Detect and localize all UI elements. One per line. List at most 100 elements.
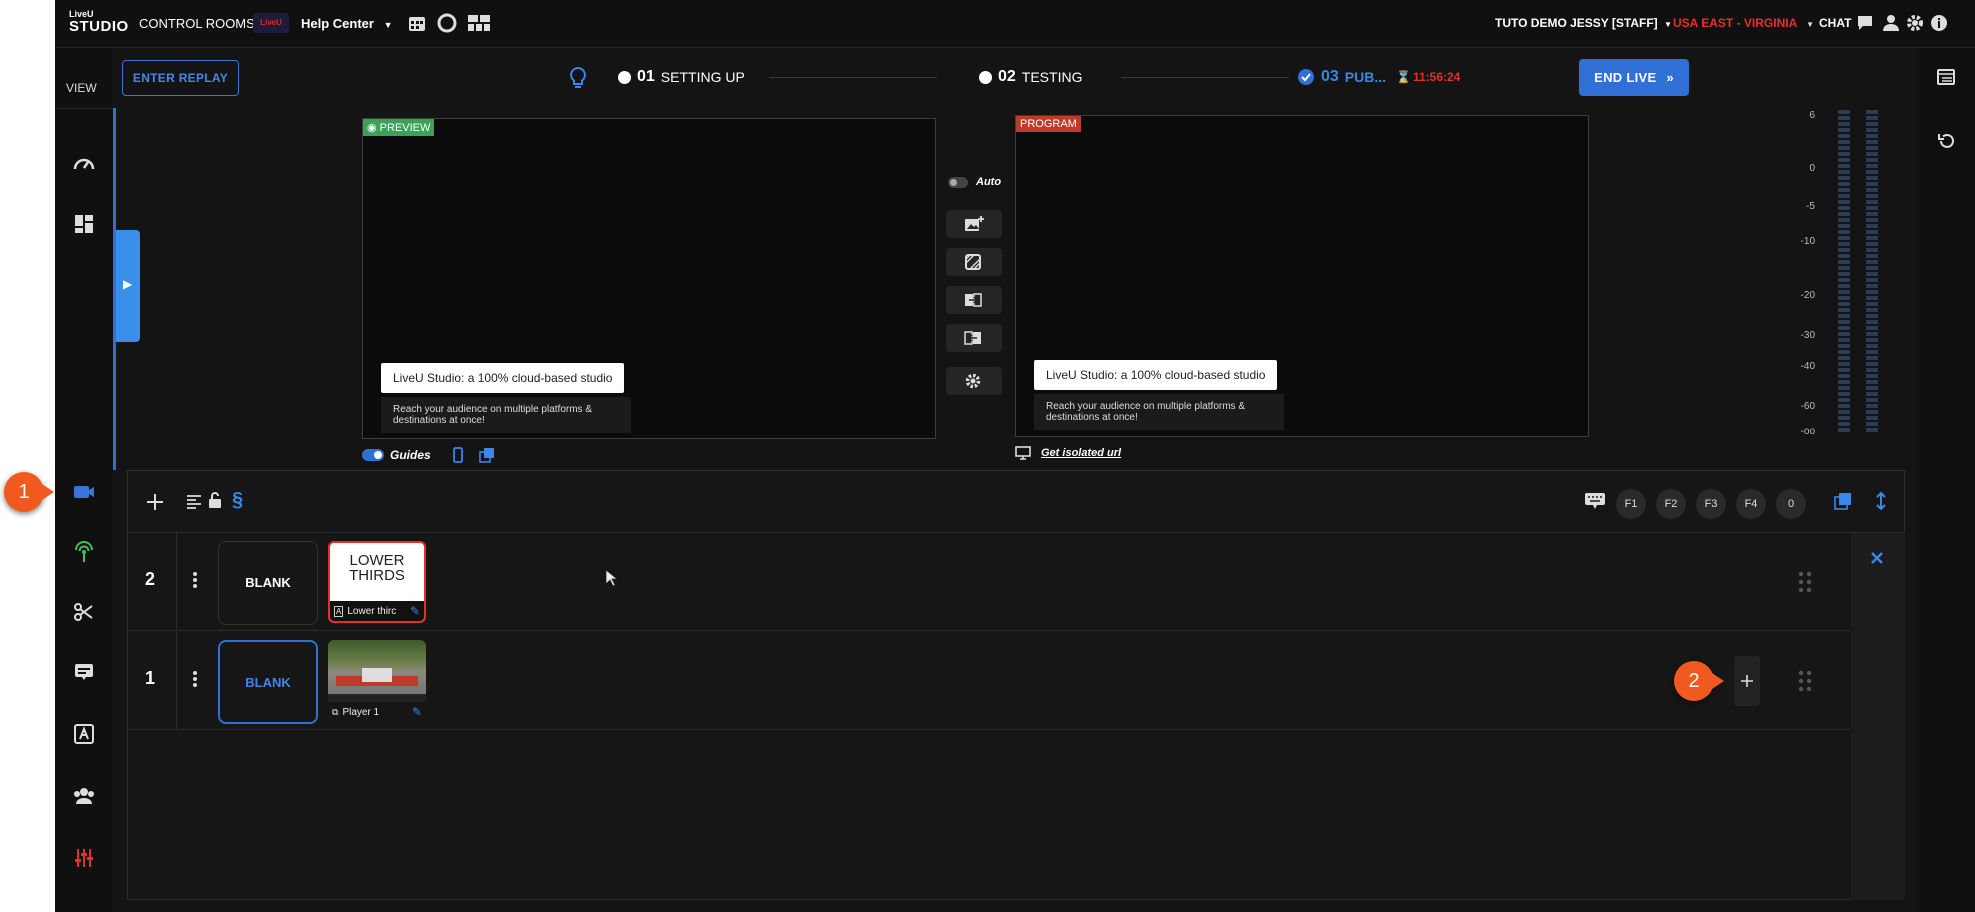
kebab-menu-icon[interactable]: [192, 670, 198, 688]
layers-panel: § F1 F2 F3 F4 0 2 BLANK LOWER THIRDS A L…: [127, 470, 1905, 900]
hotkey-f1[interactable]: F1: [1616, 489, 1646, 519]
layers-toolbar: § F1 F2 F3 F4 0: [128, 471, 1904, 533]
align-left-icon[interactable]: [186, 493, 202, 509]
cut-to-preview-button[interactable]: [946, 324, 1002, 352]
blank-source-tile[interactable]: BLANK: [218, 541, 318, 625]
info-icon[interactable]: [1929, 13, 1949, 33]
dashboard-gauge-icon[interactable]: [72, 152, 96, 176]
chat-bubble-icon[interactable]: [1855, 13, 1875, 33]
user-icon[interactable]: [1881, 13, 1901, 33]
cut-to-program-button[interactable]: [946, 286, 1002, 314]
caption-icon[interactable]: [72, 660, 96, 684]
source-label: A Lower thirc ✎: [330, 601, 424, 621]
drag-handle-icon[interactable]: [1798, 571, 1812, 593]
broadcast-icon[interactable]: [72, 540, 96, 564]
player-source-tile[interactable]: ⧉ Player 1 ✎: [328, 640, 426, 722]
lightbulb-icon[interactable]: [569, 66, 587, 90]
isolated-url-link[interactable]: Get isolated url: [1015, 446, 1121, 460]
preview-monitor[interactable]: ◉ PREVIEW LiveU Studio: a 100% cloud-bas…: [362, 118, 936, 439]
liveu-studio-logo[interactable]: LiveU STUDIO: [69, 10, 129, 35]
check-circle-icon: [1298, 69, 1314, 85]
hotkey-0[interactable]: 0: [1776, 489, 1806, 519]
lower-third-subtitle: Reach your audience on multiple platform…: [1034, 394, 1284, 430]
chevron-down-icon: ▼: [1664, 20, 1672, 29]
player-thumbnail: [328, 640, 426, 694]
panel-expand-tab[interactable]: ▶: [116, 230, 140, 342]
meter-tick: 0: [1809, 163, 1815, 174]
image-plus-icon: [965, 216, 984, 231]
room-logo: LiveU: [253, 13, 289, 33]
control-rooms-link[interactable]: CONTROL ROOMS: [139, 16, 255, 31]
meter-bar-right: [1866, 110, 1878, 434]
keyboard-shortcuts-icon[interactable]: [1584, 491, 1606, 511]
tutorial-callout-1: 1: [4, 472, 44, 512]
add-layer-icon[interactable]: [144, 491, 166, 513]
program-monitor[interactable]: PROGRAM LiveU Studio: a 100% cloud-based…: [1015, 115, 1589, 437]
guests-icon[interactable]: [72, 784, 96, 808]
unlock-icon[interactable]: [208, 491, 222, 509]
gear-icon: [965, 373, 981, 389]
meter-tick: -10: [1800, 236, 1815, 247]
chevron-right-icon: ▶: [123, 277, 133, 291]
transition-icon: [965, 254, 981, 270]
help-center-dropdown[interactable]: Help Center ▼: [301, 16, 393, 31]
user-dropdown[interactable]: TUTO DEMO JESSY [STAFF] ▼: [1495, 16, 1672, 30]
source-label: ⧉ Player 1 ✎: [328, 702, 426, 722]
end-live-button[interactable]: END LIVE »: [1579, 59, 1689, 96]
calendar-icon[interactable]: [407, 13, 427, 33]
auto-toggle[interactable]: Auto: [948, 176, 1001, 188]
step-publishing[interactable]: 03 PUB... ⌛ 11:56:24: [1297, 68, 1460, 86]
layout-grid-icon[interactable]: [72, 212, 96, 236]
meter-tick: -60: [1800, 401, 1815, 412]
guides-toggle[interactable]: Guides: [362, 448, 431, 462]
link-icon[interactable]: §: [232, 489, 243, 512]
undo-history-icon[interactable]: [1937, 132, 1955, 150]
toggle-switch: [362, 449, 384, 461]
meter-tick: -20: [1800, 290, 1815, 301]
switcher-settings-button[interactable]: [946, 367, 1002, 395]
meter-tick: -30: [1800, 330, 1815, 341]
left-sidebar: VIEW: [55, 48, 113, 912]
add-image-button[interactable]: [946, 210, 1002, 238]
blank-source-tile[interactable]: BLANK: [218, 640, 318, 724]
enter-replay-button[interactable]: ENTER REPLAY: [122, 60, 239, 96]
layer-row: 1 BLANK ⧉ Player 1 ✎: [128, 632, 1850, 730]
drag-handle-icon[interactable]: [1798, 670, 1812, 692]
step-testing[interactable]: 02 TESTING: [979, 68, 1082, 86]
copy-layers-icon[interactable]: [479, 447, 495, 463]
hotkey-f3[interactable]: F3: [1696, 489, 1726, 519]
lifebuoy-icon[interactable]: [437, 13, 457, 33]
transition-button[interactable]: [946, 248, 1002, 276]
meter-bar-left: [1838, 110, 1850, 434]
meter-tick: -oo: [1800, 426, 1815, 437]
step-setting-up[interactable]: 01 SETTING UP: [618, 68, 745, 86]
mobile-icon[interactable]: [451, 447, 465, 463]
region-dropdown[interactable]: USA EAST - VIRGINIA ▼: [1673, 16, 1814, 30]
vertical-resize-icon[interactable]: [1875, 491, 1887, 511]
hotkey-f4[interactable]: F4: [1736, 489, 1766, 519]
chat-button[interactable]: CHAT: [1819, 16, 1851, 30]
lower-third-subtitle: Reach your audience on multiple platform…: [381, 397, 631, 433]
hotkey-f2[interactable]: F2: [1656, 489, 1686, 519]
gear-icon[interactable]: [1905, 13, 1925, 33]
close-icon[interactable]: [1870, 551, 1884, 565]
source-title: LOWER THIRDS: [349, 552, 405, 584]
kebab-menu-icon[interactable]: [192, 571, 198, 589]
program-lower-third: LiveU Studio: a 100% cloud-based studio …: [1034, 360, 1284, 430]
pencil-icon[interactable]: ✎: [412, 705, 422, 719]
scissors-icon[interactable]: [72, 600, 96, 624]
meter-tick: -40: [1800, 361, 1815, 372]
pencil-icon[interactable]: ✎: [410, 604, 420, 618]
add-source-button[interactable]: [1734, 656, 1760, 706]
copy-layers-icon[interactable]: [1834, 492, 1852, 510]
multiview-icon[interactable]: [467, 13, 491, 33]
rundown-list-icon[interactable]: [1937, 68, 1955, 86]
audio-mixer-icon[interactable]: [72, 846, 96, 870]
text-source-icon: A: [334, 605, 344, 617]
layer-row: 2 BLANK LOWER THIRDS A Lower thirc ✎: [128, 533, 1850, 631]
chevron-down-icon: ▼: [1806, 20, 1815, 29]
text-overlay-icon[interactable]: [72, 722, 96, 746]
camera-icon[interactable]: [72, 480, 96, 504]
lower-thirds-source-tile[interactable]: LOWER THIRDS A Lower thirc ✎: [328, 541, 426, 623]
step-connector: [1121, 77, 1289, 78]
